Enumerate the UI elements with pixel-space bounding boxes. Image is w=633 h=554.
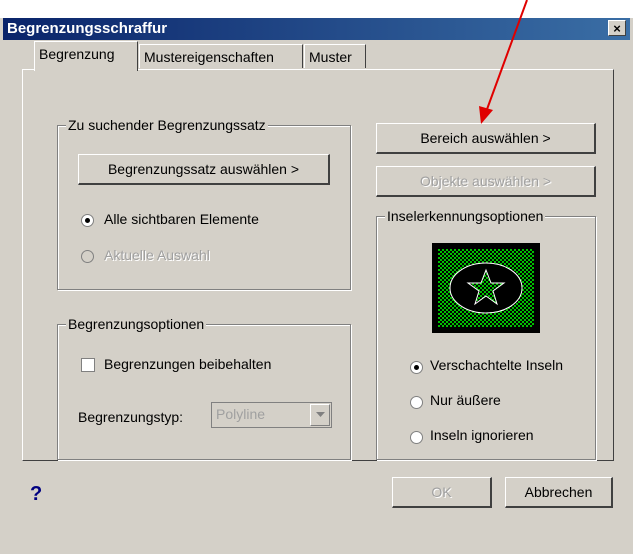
boundary-type-select[interactable]: Polyline xyxy=(211,402,332,428)
pick-objects-button[interactable]: Objekte auswählen > xyxy=(376,166,596,197)
group-legend: Inselerkennungsoptionen xyxy=(385,208,546,224)
checkbox-label: Begrenzungen beibehalten xyxy=(104,356,272,372)
help-button[interactable]: ? xyxy=(30,482,56,508)
group-legend: Zu suchender Begrenzungssatz xyxy=(66,117,268,133)
cancel-button[interactable]: Abbrechen xyxy=(505,477,613,508)
ok-button[interactable]: OK xyxy=(392,477,492,508)
island-preview-icon xyxy=(438,249,534,327)
radio-ignore-islands[interactable] xyxy=(410,431,423,444)
group-legend: Begrenzungsoptionen xyxy=(66,316,207,332)
close-icon: × xyxy=(613,21,621,36)
tab-mustereigenschaften[interactable]: Mustereigenschaften xyxy=(139,44,303,68)
radio-outer-only[interactable] xyxy=(410,396,423,409)
island-preview-image xyxy=(432,243,540,333)
boundary-options-group: Begrenzungsoptionen xyxy=(57,316,351,460)
tab-label: Begrenzung xyxy=(39,46,115,62)
tab-muster[interactable]: Muster xyxy=(304,44,366,68)
title-bar: Begrenzungsschraffur × xyxy=(3,18,630,40)
radio-label: Aktuelle Auswahl xyxy=(104,247,210,263)
dropdown-button[interactable] xyxy=(310,404,330,426)
boundary-type-label: Begrenzungstyp: xyxy=(78,409,184,425)
select-boundary-set-button[interactable]: Begrenzungssatz auswählen > xyxy=(78,154,330,185)
keep-boundaries-checkbox[interactable] xyxy=(81,358,95,372)
radio-label: Inseln ignorieren xyxy=(430,427,534,443)
radio-label: Alle sichtbaren Elemente xyxy=(104,211,259,227)
radio-label: Nur äußere xyxy=(430,392,501,408)
window-title: Begrenzungsschraffur xyxy=(7,20,168,37)
radio-nested-islands[interactable] xyxy=(410,361,423,374)
help-icon: ? xyxy=(30,483,43,505)
tab-label: Muster xyxy=(309,49,352,65)
boundary-set-group: Zu suchender Begrenzungssatz xyxy=(57,117,351,290)
tab-label: Mustereigenschaften xyxy=(144,49,274,65)
select-value: Polyline xyxy=(216,406,266,422)
close-button[interactable]: × xyxy=(608,20,626,36)
tab-begrenzung[interactable]: Begrenzung xyxy=(34,41,138,71)
chevron-down-icon xyxy=(316,412,325,417)
pick-area-button[interactable]: Bereich auswählen > xyxy=(376,123,596,154)
radio-label: Verschachtelte Inseln xyxy=(430,357,564,373)
radio-current-selection[interactable] xyxy=(81,250,94,263)
radio-all-visible[interactable] xyxy=(81,214,94,227)
